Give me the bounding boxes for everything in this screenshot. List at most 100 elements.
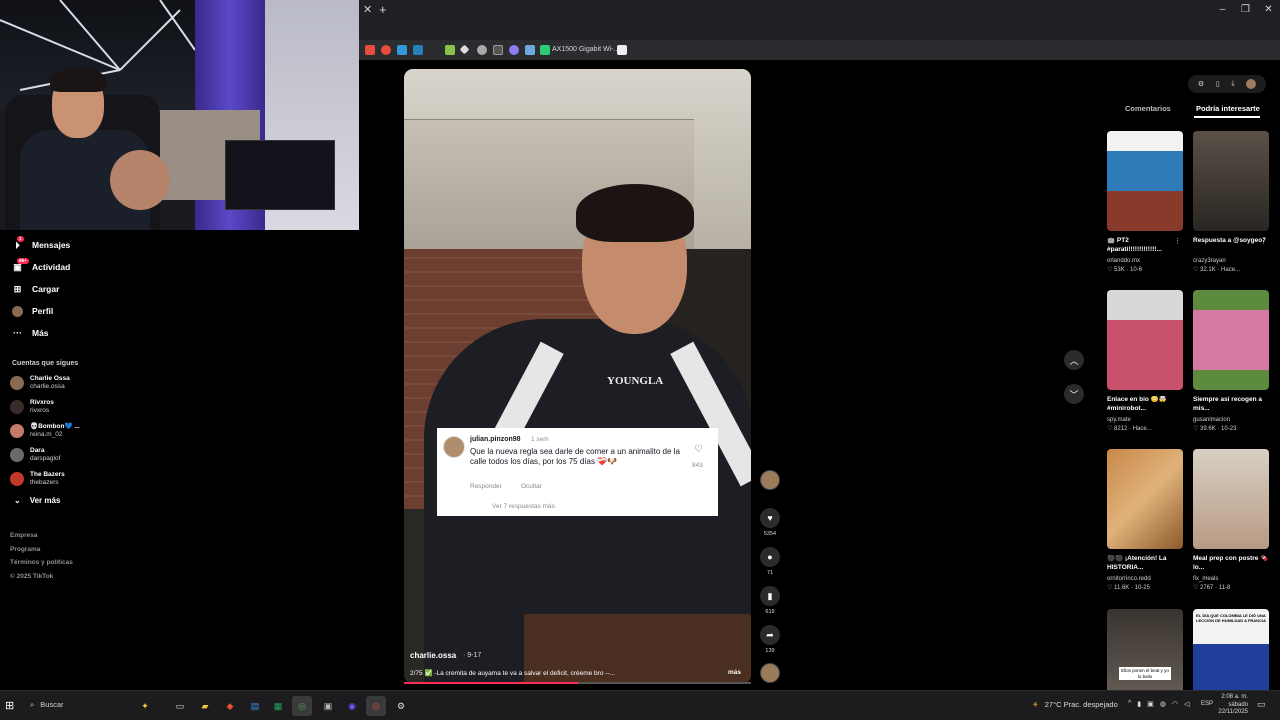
previous-video-button[interactable]: ︿ (1064, 350, 1084, 370)
suggested-video-card[interactable]: Siempre así recogen a mis... gusanimacio… (1193, 290, 1269, 432)
device-icon[interactable]: ▯ (1216, 80, 1220, 88)
comment-button[interactable]: ● 71 (760, 547, 780, 576)
bookmark-label[interactable]: AX1500 Gigabit Wi-... (552, 43, 619, 57)
nav-item-messages[interactable]: ⏵ 1 Mensajes (12, 235, 70, 253)
view-replies-button[interactable]: Ver 7 respuestas más (492, 503, 555, 510)
nav-item-activity[interactable]: ▣ 99+ Actividad (12, 257, 70, 275)
video-progress-bar[interactable] (404, 682, 751, 684)
following-account[interactable]: Dara darspaglof (10, 445, 60, 465)
bookmark-icon[interactable] (459, 44, 470, 55)
following-account[interactable]: 💀Bombon💙 ... reina.m_02 (10, 421, 80, 441)
comment-heart-icon[interactable]: ♡ (694, 444, 703, 455)
app-icon[interactable]: ▣ (318, 696, 338, 716)
like-button[interactable]: ♥ 5354 (760, 508, 780, 537)
following-account[interactable]: Rivxros rivxros (10, 397, 54, 417)
clock[interactable]: 2:08 a. m. sábado 22/11/2025 (1218, 694, 1248, 717)
copilot-icon[interactable]: ✦ (135, 696, 155, 716)
comment-avatar[interactable] (443, 436, 465, 458)
speaker-icon[interactable]: ◁ (1184, 700, 1189, 708)
tab-suggested[interactable]: Podría interesarte (1196, 104, 1260, 113)
new-tab-button[interactable]: + (379, 3, 387, 17)
screen: ✕ + – ❐ ✕ ⧉ ▭ ☆ ⚙ ≋ ◉ AX1500 Gigabit Wi-… (0, 0, 1280, 720)
brave-icon[interactable]: ◆ (220, 696, 240, 716)
bookmark-icon[interactable] (525, 45, 535, 55)
see-more-button[interactable]: ⌄ Ver más (14, 496, 60, 505)
chrome-alt-icon[interactable]: ◎ (366, 696, 386, 716)
footer-link-program[interactable]: Programa (10, 543, 73, 557)
close-window-button[interactable]: ✕ (1257, 0, 1280, 20)
share-button[interactable]: ➦ 139 (760, 625, 780, 654)
minimize-button[interactable]: – (1211, 0, 1234, 20)
comment-hide-button[interactable]: Ocultar (521, 483, 542, 490)
suggested-video-card[interactable]: 🤖 PT2 #parati!!!!!!!!!!!!!... orlanddo.m… (1107, 131, 1183, 273)
settings-icon[interactable]: ⚙ (1198, 80, 1204, 88)
bookmark-icon[interactable] (493, 45, 503, 55)
wifi-icon[interactable]: ◠ (1172, 700, 1178, 708)
bookmark-icon[interactable] (617, 45, 627, 55)
suggested-video-card[interactable]: Enlace en bio 😳🤯 #minirobot... spy.mate … (1107, 290, 1183, 432)
save-count: 619 (765, 609, 775, 615)
suggested-video-card[interactable]: ⚫⚫ ¡Atención! La HISTORIA... ornitorrinc… (1107, 449, 1183, 591)
weather-icon: ☀ (1032, 700, 1039, 709)
obs-icon[interactable]: ◉ (342, 696, 362, 716)
chevron-up-icon[interactable]: ^ (1128, 700, 1131, 708)
more-icon: ··· (13, 328, 22, 338)
comment-reply-button[interactable]: Responder (470, 483, 502, 490)
footer-link-terms[interactable]: Términos y políticas (10, 556, 73, 570)
windows-start-icon[interactable]: ⊞ (5, 699, 14, 712)
save-button[interactable]: ▮ 619 (760, 586, 780, 615)
word-icon[interactable]: ▤ (245, 696, 265, 716)
chrome-icon[interactable]: ◎ (292, 696, 312, 716)
settings-icon[interactable]: ⚙ (391, 696, 411, 716)
excel-icon[interactable]: ▦ (268, 696, 288, 716)
bookmark-icon[interactable] (477, 45, 487, 55)
following-account[interactable]: Charlie Ossa charlie.ossa (10, 373, 70, 393)
tab-comments[interactable]: Comentarios (1125, 104, 1171, 113)
bookmark-icon[interactable] (365, 45, 375, 55)
suggested-video-card[interactable]: EL DÍA QUE COLOMBIA LE DIÓ UNA LECCIÓN D… (1193, 609, 1269, 690)
user-avatar-icon[interactable] (1246, 79, 1257, 89)
profile-avatar-icon (12, 305, 23, 317)
creator-avatar (760, 470, 780, 490)
video-author[interactable]: charlie.ossa (410, 651, 456, 660)
notification-icon[interactable]: ▭ (1257, 699, 1266, 710)
footer-link-company[interactable]: Empresa (10, 529, 73, 543)
download-icon[interactable]: ⤓ (1231, 80, 1234, 88)
nav-item-more[interactable]: ··· Más (12, 325, 49, 341)
comment-username[interactable]: julian.pinzon98 (470, 436, 521, 443)
tray-icon[interactable]: ▣ (1147, 700, 1154, 708)
bookmark-icon[interactable] (540, 45, 550, 55)
bookmark-icon[interactable] (397, 45, 407, 55)
bookmark-icon[interactable] (381, 45, 391, 55)
language-indicator[interactable]: ESP (1201, 701, 1213, 707)
file-explorer-icon[interactable]: ▰ (195, 696, 215, 716)
close-tab-icon[interactable]: ✕ (363, 3, 372, 17)
suggested-video-card[interactable]: Ellos ponen el beat y yo lo bailo (1107, 609, 1183, 690)
taskbar-search[interactable]: ⌕ Buscar (30, 700, 64, 710)
nav-item-profile[interactable]: Perfil (12, 303, 53, 319)
following-account[interactable]: The Bazers thebazers (10, 469, 65, 489)
suggested-video-card[interactable]: Respuesta a @soygeo7 crazy3rayan ♡ 32.1K… (1193, 131, 1269, 273)
task-view-icon[interactable]: ▭ (170, 696, 190, 716)
more-options-icon[interactable]: ⋮ (1174, 237, 1181, 245)
bookmark-icon[interactable] (509, 45, 519, 55)
creator-avatar-button[interactable] (760, 470, 780, 490)
tray-icon[interactable]: ▮ (1137, 700, 1141, 708)
webcam-overlay (0, 0, 359, 230)
caption-more-button[interactable]: más (728, 669, 741, 676)
suggested-video-card[interactable]: Meal prep con postre 🍫 lo... fix_meals ♡… (1193, 449, 1269, 591)
video-player[interactable]: YOUNGLA (404, 69, 751, 684)
next-video-button[interactable]: ﹀ (1064, 384, 1084, 404)
tray-icon[interactable]: ◍ (1160, 700, 1166, 708)
bookmark-icon[interactable] (445, 45, 455, 55)
more-options-icon[interactable]: ⋮ (1260, 237, 1267, 245)
sound-avatar-button[interactable] (760, 663, 780, 683)
comment-count: 71 (766, 570, 774, 576)
nav-item-upload[interactable]: ⊞ Cargar (12, 281, 60, 297)
video-thumbnail: EL DÍA QUE COLOMBIA LE DIÓ UNA LECCIÓN D… (1193, 609, 1269, 690)
weather-widget[interactable]: ☀ 27°C Prac. despejado (1032, 700, 1118, 709)
video-caption: 2/75 ✅ -La cremita de auyama te va a sal… (410, 670, 615, 677)
bookmark-icon[interactable] (413, 45, 423, 55)
maximize-button[interactable]: ❐ (1234, 0, 1257, 20)
video-date: · 9-17 (463, 652, 482, 659)
